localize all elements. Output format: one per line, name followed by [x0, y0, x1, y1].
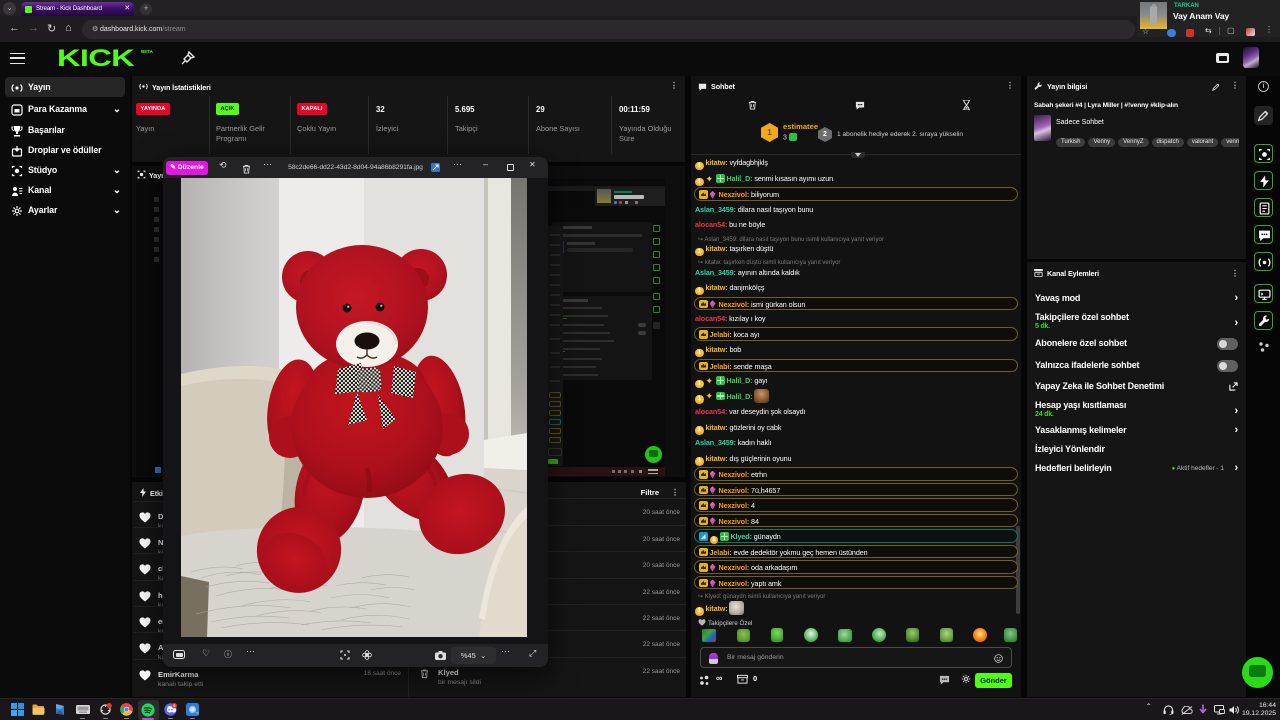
- svg-text:5: 5: [173, 704, 175, 708]
